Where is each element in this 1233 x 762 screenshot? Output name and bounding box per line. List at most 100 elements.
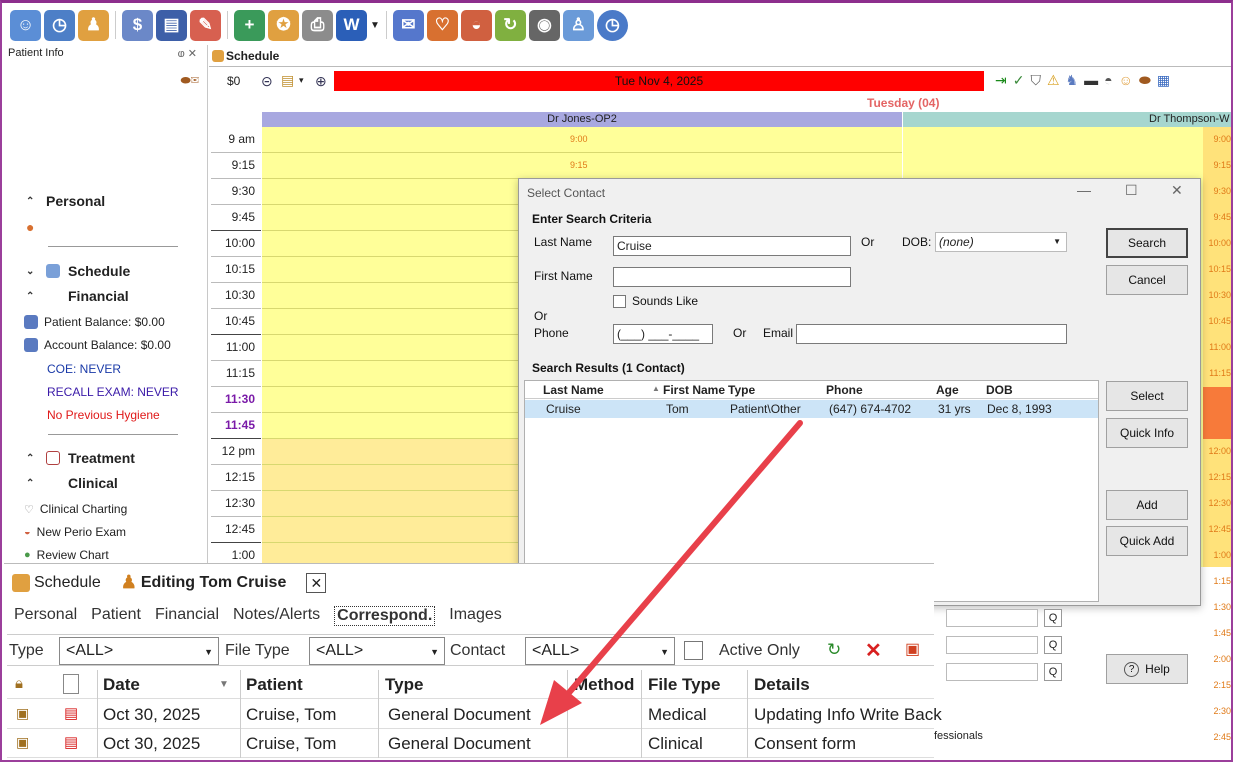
quick-add-button[interactable]: Quick Add bbox=[1106, 526, 1188, 556]
patient-balance[interactable]: Patient Balance: $0.00 bbox=[24, 315, 165, 329]
tab-editing-patient[interactable]: ♟ Editing Tom Cruise bbox=[121, 572, 287, 593]
bed-icon[interactable]: ▬ bbox=[1084, 72, 1098, 89]
perio-icon[interactable]: ◒ bbox=[460, 9, 492, 41]
camera-icon[interactable]: ◉ bbox=[528, 9, 560, 41]
refresh-icon[interactable]: ↻ bbox=[827, 640, 841, 660]
user-icon[interactable]: ♙ bbox=[562, 9, 594, 41]
phone-input[interactable]: (___) ___-____ bbox=[613, 324, 713, 344]
col-details[interactable]: Details bbox=[754, 675, 810, 695]
col-file-type[interactable]: File Type bbox=[648, 675, 720, 695]
prev-day-icon[interactable]: ⊝ bbox=[261, 73, 273, 90]
add-appointment-icon[interactable]: + bbox=[234, 9, 265, 41]
clinical-charting[interactable]: ♡ Clinical Charting bbox=[24, 502, 127, 516]
col-phone[interactable]: Phone bbox=[826, 383, 863, 397]
current-date-bar[interactable]: Tue Nov 4, 2025 bbox=[334, 71, 984, 91]
certificate-icon[interactable]: ✪ bbox=[268, 9, 299, 41]
printer-icon[interactable]: ⎙ bbox=[302, 9, 333, 41]
group-icon[interactable]: ♞ bbox=[1066, 72, 1079, 89]
account-balance[interactable]: Account Balance: $0.00 bbox=[24, 338, 171, 352]
add-button[interactable]: Add bbox=[1106, 490, 1188, 520]
col-first-name[interactable]: First Name bbox=[663, 383, 725, 397]
maximize-icon[interactable]: ☐ bbox=[1125, 182, 1138, 199]
pin-close-icon[interactable]: ⱷ ✕ bbox=[178, 47, 197, 60]
underlying-field[interactable] bbox=[946, 663, 1038, 681]
provider-column-header[interactable]: Dr Jones-OP2 bbox=[262, 112, 902, 127]
table-row[interactable]: ▣ ▤ Oct 30, 2025 Cruise, Tom General Doc… bbox=[7, 729, 934, 758]
lookup-button[interactable]: Q bbox=[1044, 636, 1062, 654]
subtab-images[interactable]: Images bbox=[449, 606, 501, 626]
patient-report-icon[interactable]: ✎ bbox=[190, 9, 221, 41]
word-icon[interactable]: W bbox=[336, 9, 367, 41]
dob-select[interactable]: (none) ▼ bbox=[935, 232, 1067, 252]
help-button[interactable]: ? Help bbox=[1106, 654, 1188, 684]
football-mail-icon[interactable]: ⬬✉ bbox=[180, 73, 199, 88]
select-button[interactable]: Select bbox=[1106, 381, 1188, 411]
close-icon[interactable]: ✕ bbox=[1171, 182, 1183, 199]
shield-icon[interactable]: ⛉ bbox=[1030, 72, 1041, 89]
next-day-icon[interactable]: ⊕ bbox=[315, 73, 327, 90]
close-tab-button[interactable]: ✕ bbox=[306, 572, 327, 593]
col-method[interactable]: Method bbox=[574, 675, 634, 695]
filetype-filter-select[interactable]: <ALL> ▼ bbox=[309, 637, 445, 665]
type-filter-select[interactable]: <ALL> ▼ bbox=[59, 637, 219, 665]
underlying-field[interactable] bbox=[946, 609, 1038, 627]
section-personal[interactable]: ⌃ Personal bbox=[26, 193, 105, 209]
provider-2-time-strip[interactable]: 9:00 9:15 9:30 9:45 10:00 10:15 10:30 10:45 11:0… bbox=[1203, 127, 1231, 742]
pdf-export-icon[interactable]: ▣ bbox=[905, 639, 920, 659]
clock-money-icon[interactable]: ◷ bbox=[44, 9, 75, 41]
table-row[interactable]: Cruise Tom Patient\Other (647) 674-4702 … bbox=[525, 400, 1098, 418]
review-chart[interactable]: ● Review Chart bbox=[24, 548, 109, 562]
underlying-field[interactable] bbox=[946, 636, 1038, 654]
calendar-settings-icon[interactable]: ▦ bbox=[1157, 72, 1170, 89]
provider-column-header[interactable]: Dr Thompson-W bbox=[903, 112, 1231, 127]
billing-icon[interactable]: $ bbox=[122, 9, 153, 41]
contact-filter-select[interactable]: <ALL> ▼ bbox=[525, 637, 675, 665]
minimize-icon[interactable]: — bbox=[1077, 182, 1091, 198]
table-row[interactable]: ▣ ▤ Oct 30, 2025 Cruise, Tom General Doc… bbox=[7, 700, 942, 729]
warning-icon[interactable]: ⚠ bbox=[1047, 72, 1060, 89]
calendar-icon[interactable]: ▤ bbox=[281, 72, 294, 89]
section-treatment[interactable]: ⌃ Treatment bbox=[26, 450, 135, 466]
tooth-icon[interactable]: ♡ bbox=[426, 9, 458, 41]
helmet-icon[interactable]: ◓ bbox=[1104, 72, 1112, 89]
cancel-button[interactable]: Cancel bbox=[1106, 265, 1188, 295]
section-schedule[interactable]: ⌄ Schedule bbox=[26, 263, 130, 279]
tab-schedule[interactable]: Schedule bbox=[12, 573, 101, 592]
users-icon[interactable]: ♟ bbox=[78, 9, 109, 41]
col-patient[interactable]: Patient bbox=[246, 675, 303, 695]
col-type[interactable]: Type bbox=[385, 675, 423, 695]
subtab-personal[interactable]: Personal bbox=[14, 606, 77, 626]
email-input[interactable] bbox=[796, 324, 1067, 344]
exit-icon[interactable]: ⇥ bbox=[995, 72, 1007, 89]
col-type[interactable]: Type bbox=[728, 383, 755, 397]
subtab-correspond[interactable]: Correspond. bbox=[334, 606, 436, 626]
delete-icon[interactable]: ✕ bbox=[865, 638, 882, 663]
football-icon[interactable]: ⬬ bbox=[1139, 72, 1151, 89]
booked-slot[interactable] bbox=[1203, 387, 1231, 439]
first-name-input[interactable] bbox=[613, 267, 851, 287]
search-button[interactable]: Search bbox=[1106, 228, 1188, 258]
col-age[interactable]: Age bbox=[936, 383, 959, 397]
chat-icon[interactable]: ✉ bbox=[392, 9, 424, 41]
new-perio-exam[interactable]: ◒ New Perio Exam bbox=[24, 525, 126, 539]
section-clinical[interactable]: ⌃ Clinical bbox=[26, 475, 118, 491]
subtab-notes-alerts[interactable]: Notes/Alerts bbox=[233, 606, 320, 626]
col-date[interactable]: Date bbox=[103, 675, 140, 695]
chevron-down-icon[interactable]: ▼ bbox=[370, 20, 380, 31]
chevron-down-icon[interactable]: ▾ bbox=[299, 75, 304, 86]
smile-icon[interactable]: ☺ bbox=[1119, 72, 1133, 89]
lookup-button[interactable]: Q bbox=[1044, 609, 1062, 627]
lookup-button[interactable]: Q bbox=[1044, 663, 1062, 681]
subtab-patient[interactable]: Patient bbox=[91, 606, 141, 626]
active-only-checkbox[interactable] bbox=[684, 641, 703, 660]
subtab-financial[interactable]: Financial bbox=[155, 606, 219, 626]
col-last-name[interactable]: Last Name bbox=[543, 383, 604, 397]
sounds-like-checkbox[interactable] bbox=[613, 295, 626, 308]
tab-schedule[interactable]: Schedule bbox=[212, 49, 279, 63]
col-dob[interactable]: DOB bbox=[986, 383, 1013, 397]
section-financial[interactable]: ⌃ Financial bbox=[26, 288, 129, 304]
ledger-icon[interactable]: ▤ bbox=[156, 9, 187, 41]
last-name-input[interactable]: Cruise bbox=[613, 236, 851, 256]
clock-icon[interactable]: ◷ bbox=[596, 9, 628, 41]
family-icon[interactable]: ☺ bbox=[10, 9, 41, 41]
